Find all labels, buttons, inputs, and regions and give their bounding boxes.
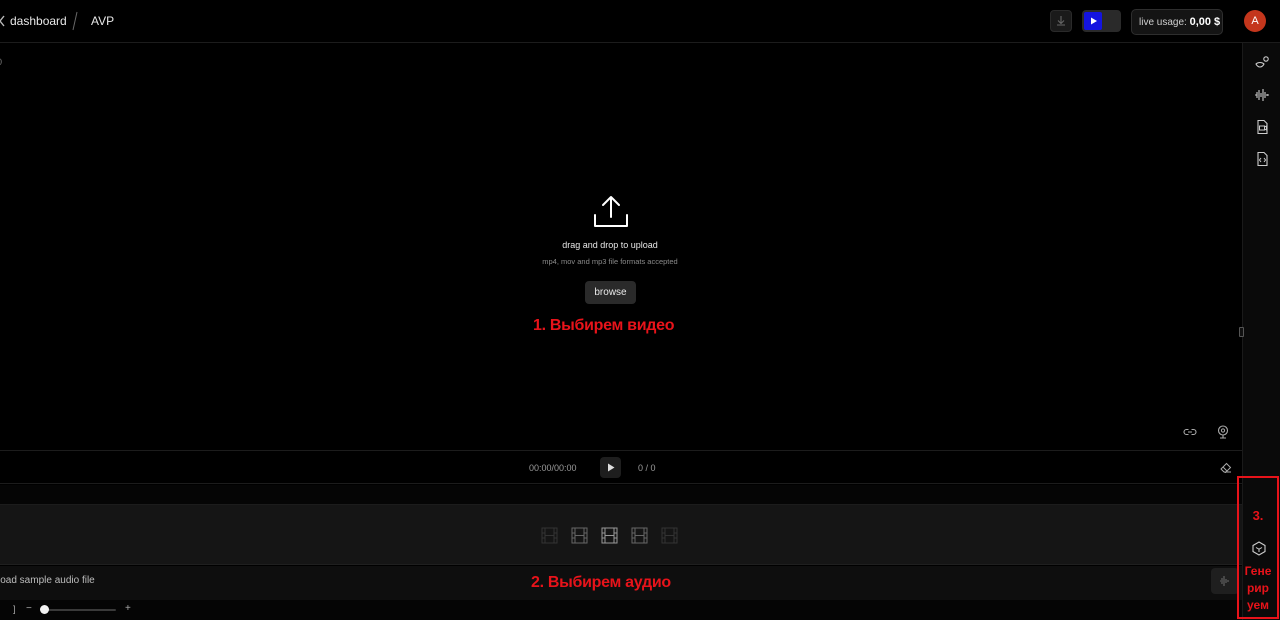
play-button[interactable] — [600, 457, 621, 478]
live-usage-badge: live usage: 0,00 $ — [1131, 9, 1223, 35]
corner-mark: 0 — [0, 57, 2, 67]
annotation-step-3-line: Гене — [1244, 564, 1272, 578]
zoom-in-button[interactable]: + — [125, 603, 131, 614]
annotation-step-3-text: Гене рир уем — [1237, 563, 1279, 614]
audio-wave-icon — [1220, 576, 1229, 586]
player-bar — [0, 450, 1242, 484]
live-usage-value: 0,00 $ — [1189, 16, 1221, 28]
load-sample-audio-link[interactable]: load sample audio file — [0, 575, 95, 586]
timeline-ruler — [0, 485, 1242, 505]
annotation-step-3-line: рир — [1246, 581, 1270, 595]
zoom-out-button[interactable]: − — [26, 603, 32, 614]
generate-icon[interactable] — [1252, 541, 1266, 556]
zoom-bar — [0, 600, 1242, 620]
link-icon[interactable] — [1183, 425, 1197, 439]
download-icon — [1057, 16, 1065, 26]
annotation-step-2: 2. Выбирем аудио — [531, 574, 671, 591]
user-avatar[interactable]: A — [1244, 10, 1266, 32]
annotation-step-3-number: 3. — [1252, 508, 1264, 523]
eraser-icon[interactable] — [1220, 462, 1232, 473]
upload-subtitle: mp4, mov and mp3 file formats accepted — [542, 257, 678, 266]
file-code-icon[interactable] — [1254, 151, 1270, 167]
zoom-slider-thumb[interactable] — [40, 605, 49, 614]
webcam-icon[interactable] — [1217, 425, 1229, 439]
waveform-icon[interactable] — [1254, 87, 1270, 103]
run-button[interactable] — [1082, 10, 1121, 32]
audio-wave-button[interactable] — [1211, 568, 1239, 594]
emotion-icon[interactable] — [1254, 55, 1270, 71]
breadcrumb-dashboard[interactable]: dashboard — [10, 14, 67, 28]
play-icon — [608, 463, 615, 472]
zoom-slider-track[interactable] — [44, 609, 116, 611]
annotation-step-1: 1. Выбирем видео — [533, 317, 675, 334]
download-button[interactable] — [1050, 10, 1072, 32]
film-frame-icon — [541, 527, 558, 544]
upload-title: drag and drop to upload — [562, 240, 658, 250]
playback-time: 00:00/00:00 — [529, 463, 577, 473]
film-frame-icon — [571, 527, 588, 544]
live-usage-label: live usage: — [1139, 17, 1187, 28]
breadcrumb-separator — [72, 11, 78, 31]
film-frame-icon — [661, 527, 678, 544]
play-icon — [1091, 17, 1097, 25]
film-frame-icon — [601, 527, 618, 544]
breadcrumb-project[interactable]: AVP — [91, 14, 114, 28]
browse-button[interactable]: browse — [585, 281, 636, 304]
annotation-step-3-line: уем — [1247, 598, 1269, 612]
sidebar-resize-handle[interactable] — [1239, 327, 1244, 337]
video-track[interactable] — [0, 505, 1242, 565]
film-frame-icon — [631, 527, 648, 544]
chevron-left-icon[interactable] — [0, 14, 5, 28]
zoom-fit-icon[interactable]: ] — [13, 604, 16, 614]
upload-icon — [594, 196, 628, 227]
file-video-icon[interactable] — [1254, 119, 1270, 135]
frame-count: 0 / 0 — [638, 463, 656, 473]
